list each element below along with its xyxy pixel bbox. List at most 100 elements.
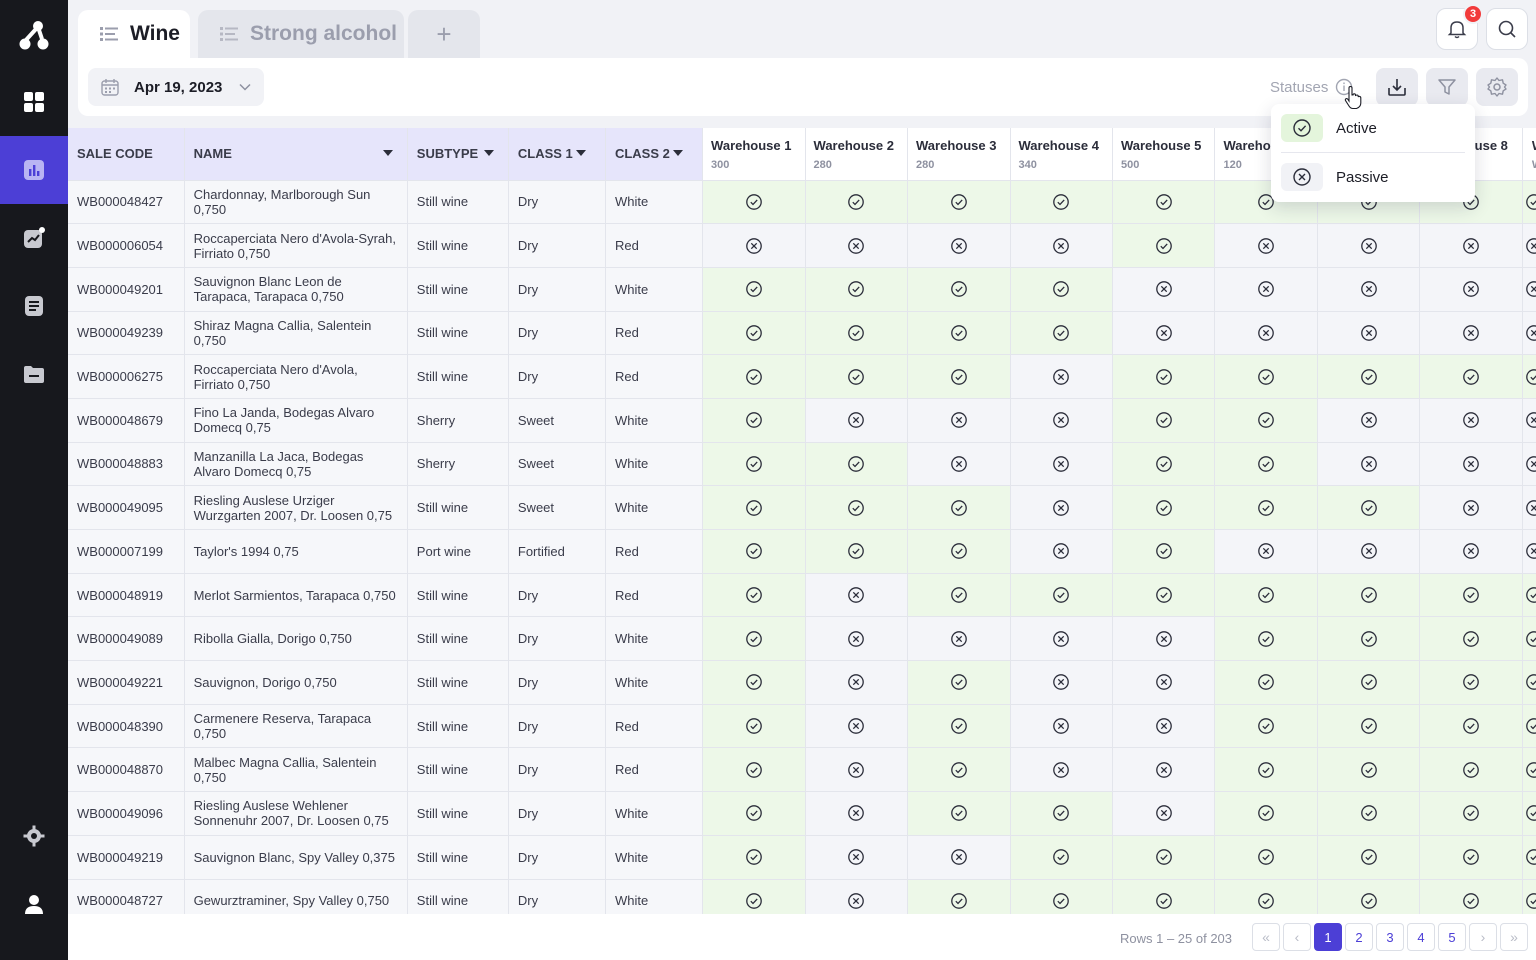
status-cell[interactable] [1522,791,1536,836]
status-cell[interactable] [702,747,806,793]
status-cell[interactable] [702,485,806,530]
last-page-button[interactable]: » [1500,923,1528,951]
status-cell[interactable] [1522,485,1536,530]
table-row[interactable]: WB000007199 Taylor's 1994 0,75 Port wine Fo… [68,529,1536,574]
status-cell[interactable] [1112,791,1216,836]
status-cell[interactable] [1112,704,1216,749]
column-header-class2[interactable]: CLASS 2 [605,128,704,181]
filter-button[interactable] [1426,68,1468,106]
status-cell[interactable] [1317,485,1421,530]
status-cell[interactable] [1317,879,1421,914]
status-cell[interactable] [1112,879,1216,914]
status-cell[interactable] [1112,442,1216,487]
status-cell[interactable] [1522,835,1536,880]
status-cell[interactable] [1214,442,1318,487]
status-cell[interactable] [1112,529,1216,574]
status-cell[interactable] [1010,835,1113,880]
status-cell[interactable] [805,529,909,574]
sidebar-item-settings[interactable] [0,802,68,870]
status-cell[interactable] [1522,354,1536,399]
status-cell[interactable] [1214,267,1318,312]
status-cell[interactable] [805,485,909,530]
table-row[interactable]: WB000049221 Sauvignon, Dorigo 0,750 Still … [68,660,1536,705]
status-cell[interactable] [702,616,806,662]
status-cell[interactable] [1214,704,1318,749]
logo-icon[interactable] [16,18,52,54]
page-button[interactable]: 3 [1376,923,1404,951]
status-cell[interactable] [1317,311,1421,356]
status-cell[interactable] [1112,747,1216,793]
status-cell[interactable] [1419,311,1523,356]
table-row[interactable]: WB000049201 Sauvignon Blanc Leon de Tarap… [68,267,1536,312]
status-cell[interactable] [1214,398,1318,443]
table-row[interactable]: WB000048390 Carmenere Reserva, Tarapaca 0… [68,704,1536,749]
column-header-warehouse[interactable]: Warehouse 2 280 [805,128,909,181]
status-cell[interactable] [1419,529,1523,574]
status-cell[interactable] [702,529,806,574]
status-cell[interactable] [805,704,909,749]
status-option-active[interactable]: Active [1271,104,1475,152]
status-cell[interactable] [1522,442,1536,487]
status-cell[interactable] [1214,223,1318,268]
status-cell[interactable] [907,704,1011,749]
sidebar-item-folders[interactable] [0,340,68,408]
status-cell[interactable] [805,616,909,662]
sidebar-item-trends[interactable] [0,204,68,272]
status-cell[interactable] [1010,616,1113,662]
tab-strong-alcohol[interactable]: Strong alcohol [198,10,404,58]
status-cell[interactable] [1010,442,1113,487]
status-cell[interactable] [1419,398,1523,443]
table-row[interactable]: WB000049089 Ribolla Gialla, Dorigo 0,750 S… [68,616,1536,662]
status-cell[interactable] [1317,791,1421,836]
status-cell[interactable] [1419,573,1523,618]
status-cell[interactable] [1010,529,1113,574]
status-cell[interactable] [1522,180,1536,225]
status-cell[interactable] [1419,704,1523,749]
status-cell[interactable] [1419,442,1523,487]
status-cell[interactable] [1010,180,1113,225]
status-cell[interactable] [1522,398,1536,443]
status-cell[interactable] [1010,573,1113,618]
status-cell[interactable] [1010,704,1113,749]
status-cell[interactable] [907,616,1011,662]
status-cell[interactable] [1214,791,1318,836]
status-cell[interactable] [1317,398,1421,443]
status-cell[interactable] [1010,791,1113,836]
status-cell[interactable] [907,398,1011,443]
column-header-warehouse[interactable]: Warehouse 4 340 [1010,128,1113,181]
status-cell[interactable] [907,180,1011,225]
column-header-warehouse[interactable]: Warehouse 5 500 [1112,128,1216,181]
status-cell[interactable] [702,791,806,836]
status-cell[interactable] [805,573,909,618]
status-option-passive[interactable]: Passive [1271,153,1475,201]
status-cell[interactable] [1522,879,1536,914]
column-header-name[interactable]: NAME [184,128,408,181]
search-button[interactable] [1486,8,1528,50]
status-cell[interactable] [1522,529,1536,574]
page-button[interactable]: 2 [1345,923,1373,951]
column-header-warehouse[interactable]: WW [1522,128,1536,181]
status-cell[interactable] [702,311,806,356]
status-cell[interactable] [907,267,1011,312]
status-cell[interactable] [805,747,909,793]
page-button[interactable]: 5 [1438,923,1466,951]
status-cell[interactable] [702,223,806,268]
status-cell[interactable] [907,879,1011,914]
status-cell[interactable] [805,791,909,836]
status-cell[interactable] [1317,354,1421,399]
status-cell[interactable] [907,442,1011,487]
status-cell[interactable] [805,267,909,312]
sidebar-item-analytics[interactable] [0,136,68,204]
status-cell[interactable] [1522,616,1536,662]
status-cell[interactable] [702,267,806,312]
status-cell[interactable] [702,660,806,705]
status-cell[interactable] [805,223,909,268]
status-cell[interactable] [1214,616,1318,662]
status-cell[interactable] [1112,180,1216,225]
prev-page-button[interactable]: ‹ [1283,923,1311,951]
status-cell[interactable] [1214,660,1318,705]
status-cell[interactable] [1112,223,1216,268]
status-cell[interactable] [1419,267,1523,312]
table-row[interactable]: WB000049219 Sauvignon Blanc, Spy Valley 0… [68,835,1536,880]
status-cell[interactable] [1010,267,1113,312]
